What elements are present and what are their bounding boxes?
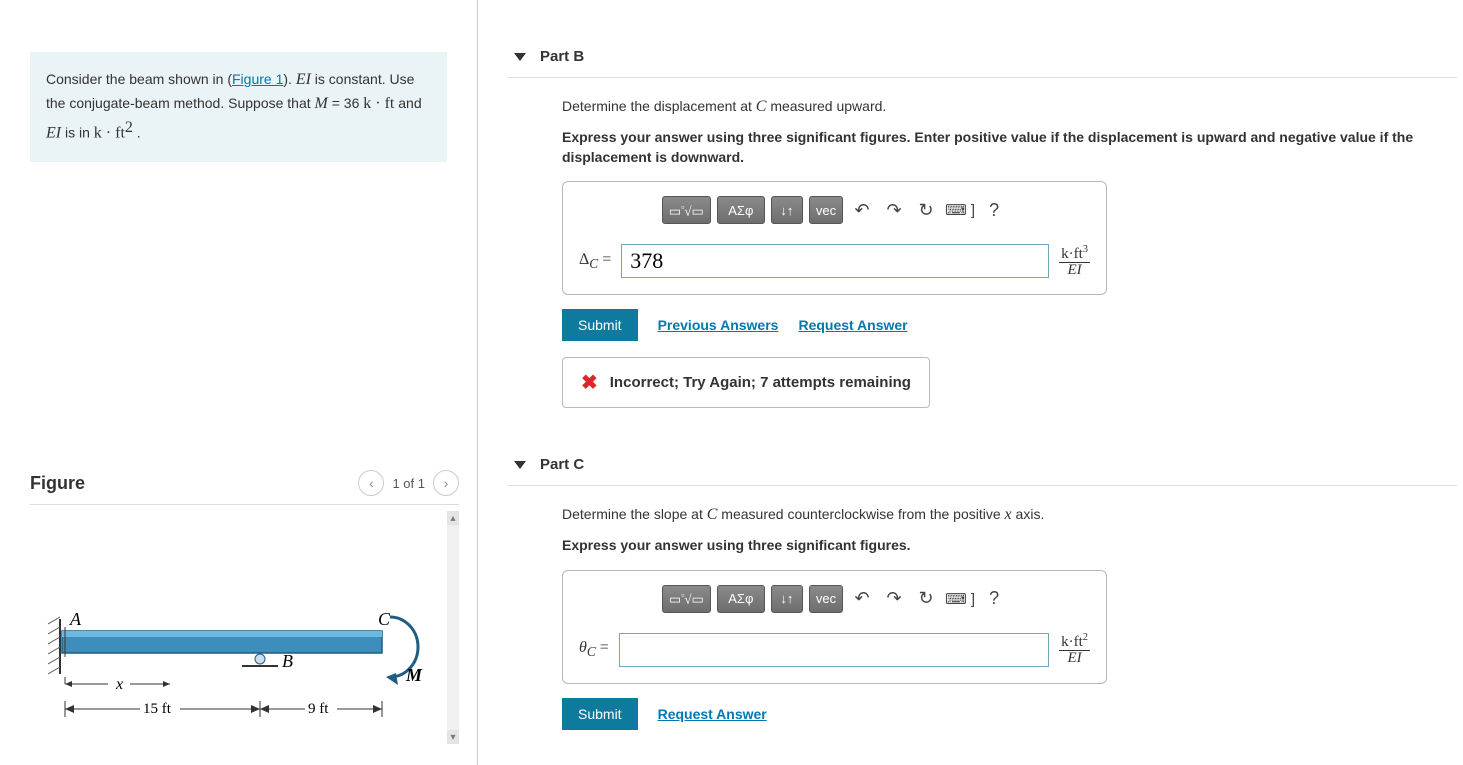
- label-a: A: [69, 609, 82, 629]
- figure-scrollbar[interactable]: ▴ ▾: [447, 511, 459, 744]
- figure-link[interactable]: Figure 1: [232, 71, 283, 87]
- part-c-submit-button[interactable]: Submit: [562, 698, 638, 730]
- part-b-units: k·ft3 EI: [1059, 245, 1090, 278]
- left-pane: Consider the beam shown in (Figure 1). E…: [0, 0, 478, 765]
- part-c-instructions: Express your answer using three signific…: [562, 536, 1451, 556]
- text: k · ft: [363, 95, 394, 112]
- text: .: [133, 125, 141, 141]
- keyboard-icon[interactable]: ⌨ ]: [945, 590, 975, 608]
- text: Consider the beam shown in (: [46, 71, 232, 87]
- text: = 36: [328, 95, 363, 111]
- part-c-units: k·ft2 EI: [1059, 633, 1090, 666]
- part-b-request-answer-link[interactable]: Request Answer: [798, 317, 907, 333]
- text: and: [394, 95, 421, 111]
- part-c-title: Part C: [540, 456, 584, 473]
- label-b: B: [282, 651, 293, 671]
- help-icon[interactable]: ?: [981, 586, 1007, 612]
- reset-icon[interactable]: ↻: [913, 586, 939, 612]
- part-b-title: Part B: [540, 48, 584, 65]
- figure-section: Figure ‹ 1 of 1 › A: [30, 470, 459, 744]
- part-b-variable: ΔC =: [579, 251, 611, 272]
- redo-icon[interactable]: ↷: [881, 197, 907, 223]
- updown-button[interactable]: ↓↑: [771, 196, 803, 224]
- part-b-answer-box: ▭▫√▭ ΑΣφ ↓↑ vec ↶ ↷ ↻ ⌨ ] ? ΔC =: [562, 181, 1107, 295]
- problem-statement: Consider the beam shown in (Figure 1). E…: [30, 52, 447, 162]
- figure-canvas: A C B M x: [30, 504, 459, 744]
- vec-button[interactable]: vec: [809, 196, 843, 224]
- undo-icon[interactable]: ↶: [849, 197, 875, 223]
- scroll-up-icon[interactable]: ▴: [447, 511, 459, 525]
- text: M: [315, 95, 328, 112]
- part-b-instructions: Express your answer using three signific…: [562, 128, 1451, 167]
- text: is in: [61, 125, 94, 141]
- label-d2: 9 ft: [308, 701, 329, 717]
- templates-button[interactable]: ▭▫√▭: [662, 585, 711, 613]
- templates-button[interactable]: ▭▫√▭: [662, 196, 711, 224]
- collapse-icon: [514, 461, 526, 469]
- feedback-box: ✖ Incorrect; Try Again; 7 attempts remai…: [562, 357, 930, 408]
- figure-title: Figure: [30, 473, 85, 494]
- text: ).: [283, 71, 295, 87]
- part-c-input[interactable]: [619, 633, 1049, 667]
- part-c-answer-box: ▭▫√▭ ΑΣφ ↓↑ vec ↶ ↷ ↻ ⌨ ] ? θC =: [562, 570, 1107, 684]
- figure-nav-label: 1 of 1: [392, 476, 425, 491]
- updown-button[interactable]: ↓↑: [771, 585, 803, 613]
- beam-diagram: A C B M x: [30, 509, 440, 739]
- part-c: Part C Determine the slope at C measured…: [508, 444, 1463, 730]
- part-b-input[interactable]: [621, 244, 1049, 278]
- scroll-down-icon[interactable]: ▾: [447, 730, 459, 744]
- part-c-variable: θC =: [579, 639, 609, 660]
- right-pane: Part B Determine the displacement at C m…: [478, 0, 1463, 765]
- undo-icon[interactable]: ↶: [849, 586, 875, 612]
- help-icon[interactable]: ?: [981, 197, 1007, 223]
- incorrect-icon: ✖: [581, 370, 598, 395]
- part-c-header[interactable]: Part C: [508, 444, 1457, 486]
- keyboard-icon[interactable]: ⌨ ]: [945, 201, 975, 219]
- part-c-request-answer-link[interactable]: Request Answer: [658, 706, 767, 722]
- feedback-text: Incorrect; Try Again; 7 attempts remaini…: [610, 374, 911, 391]
- part-b-header[interactable]: Part B: [508, 36, 1457, 78]
- previous-answers-link[interactable]: Previous Answers: [658, 317, 779, 333]
- part-c-description: Determine the slope at C measured counte…: [562, 506, 1451, 524]
- greek-button[interactable]: ΑΣφ: [717, 196, 765, 224]
- label-x: x: [115, 676, 123, 693]
- label-m: M: [405, 665, 423, 685]
- label-d1: 15 ft: [143, 701, 172, 717]
- figure-next-button[interactable]: ›: [433, 470, 459, 496]
- vec-button[interactable]: vec: [809, 585, 843, 613]
- reset-icon[interactable]: ↻: [913, 197, 939, 223]
- text: k · ft: [94, 125, 125, 142]
- greek-button[interactable]: ΑΣφ: [717, 585, 765, 613]
- part-b: Part B Determine the displacement at C m…: [508, 36, 1463, 408]
- text: EI: [46, 125, 61, 142]
- collapse-icon: [514, 53, 526, 61]
- part-b-submit-button[interactable]: Submit: [562, 309, 638, 341]
- redo-icon[interactable]: ↷: [881, 586, 907, 612]
- text: 2: [125, 119, 133, 136]
- figure-prev-button[interactable]: ‹: [358, 470, 384, 496]
- equation-toolbar: ▭▫√▭ ΑΣφ ↓↑ vec ↶ ↷ ↻ ⌨ ] ?: [573, 585, 1096, 613]
- label-c: C: [378, 609, 391, 629]
- equation-toolbar: ▭▫√▭ ΑΣφ ↓↑ vec ↶ ↷ ↻ ⌨ ] ?: [573, 196, 1096, 224]
- text: EI: [296, 71, 311, 88]
- part-b-description: Determine the displacement at C measured…: [562, 98, 1451, 116]
